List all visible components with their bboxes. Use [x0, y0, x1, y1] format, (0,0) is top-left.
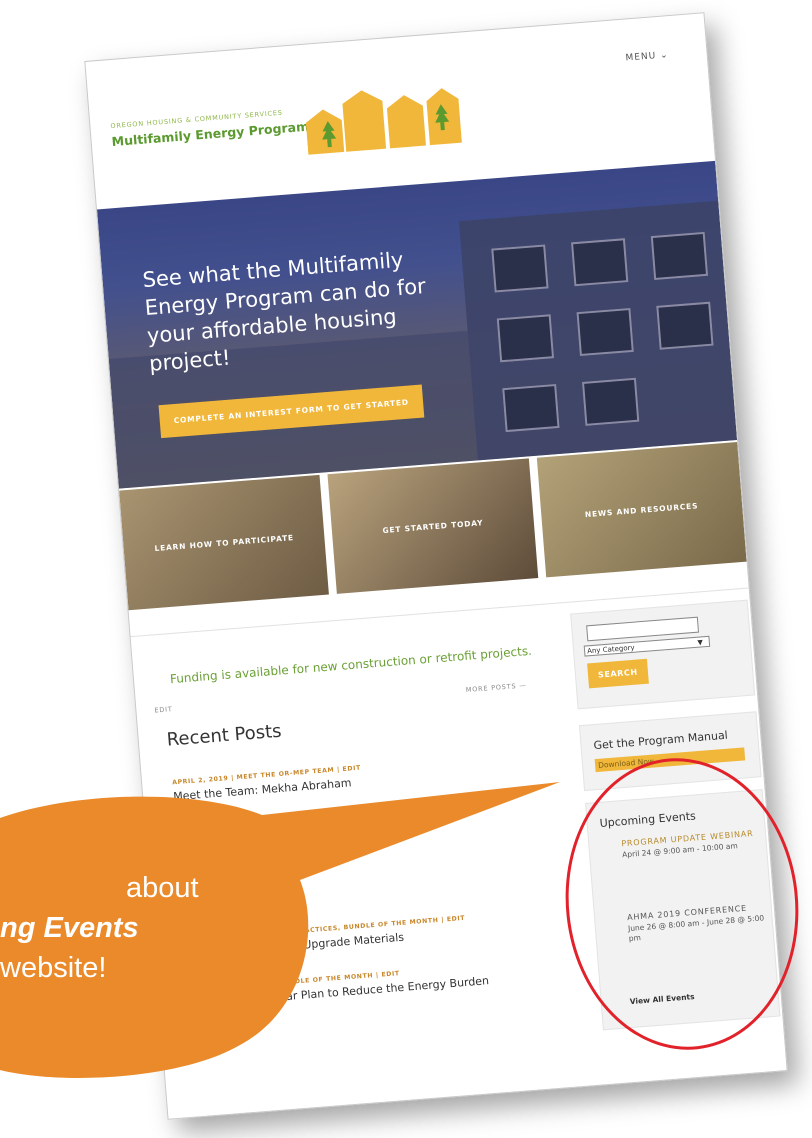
callout-line-1: about: [126, 872, 199, 904]
callout-text: about ng Events website!: [0, 868, 320, 988]
callout-line-3: website!: [0, 952, 107, 984]
callout-line-2: ng Events: [0, 912, 139, 944]
